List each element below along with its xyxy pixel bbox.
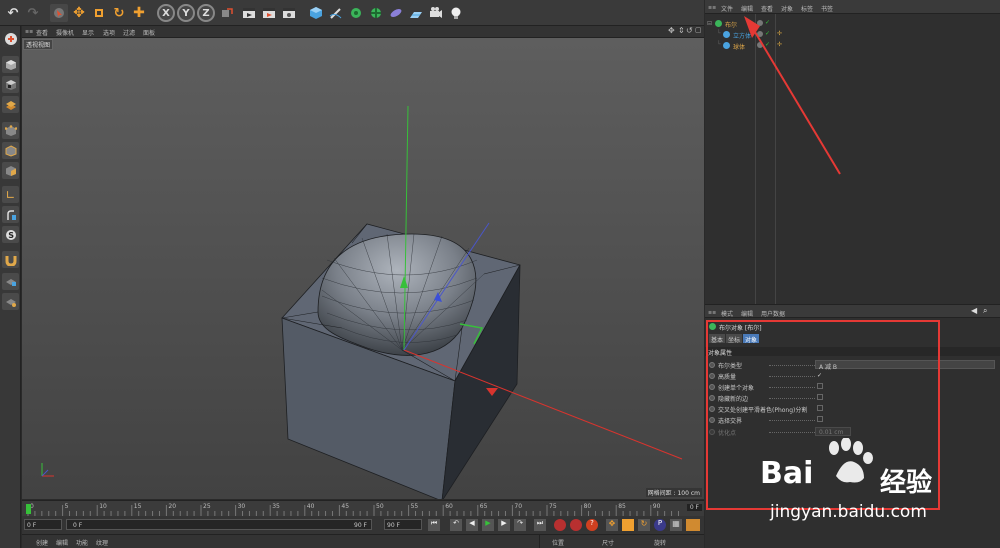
watermark-brand: Bai: [760, 456, 814, 491]
annotation-arrow: [754, 31, 841, 175]
watermark-brand-suffix: 经验: [880, 468, 933, 498]
watermark-url: jingyan.baidu.com: [770, 502, 927, 522]
baidu-watermark: Bai 经验 jingyan.baidu.com: [760, 436, 1000, 536]
baidu-paw-logo: [829, 438, 873, 483]
